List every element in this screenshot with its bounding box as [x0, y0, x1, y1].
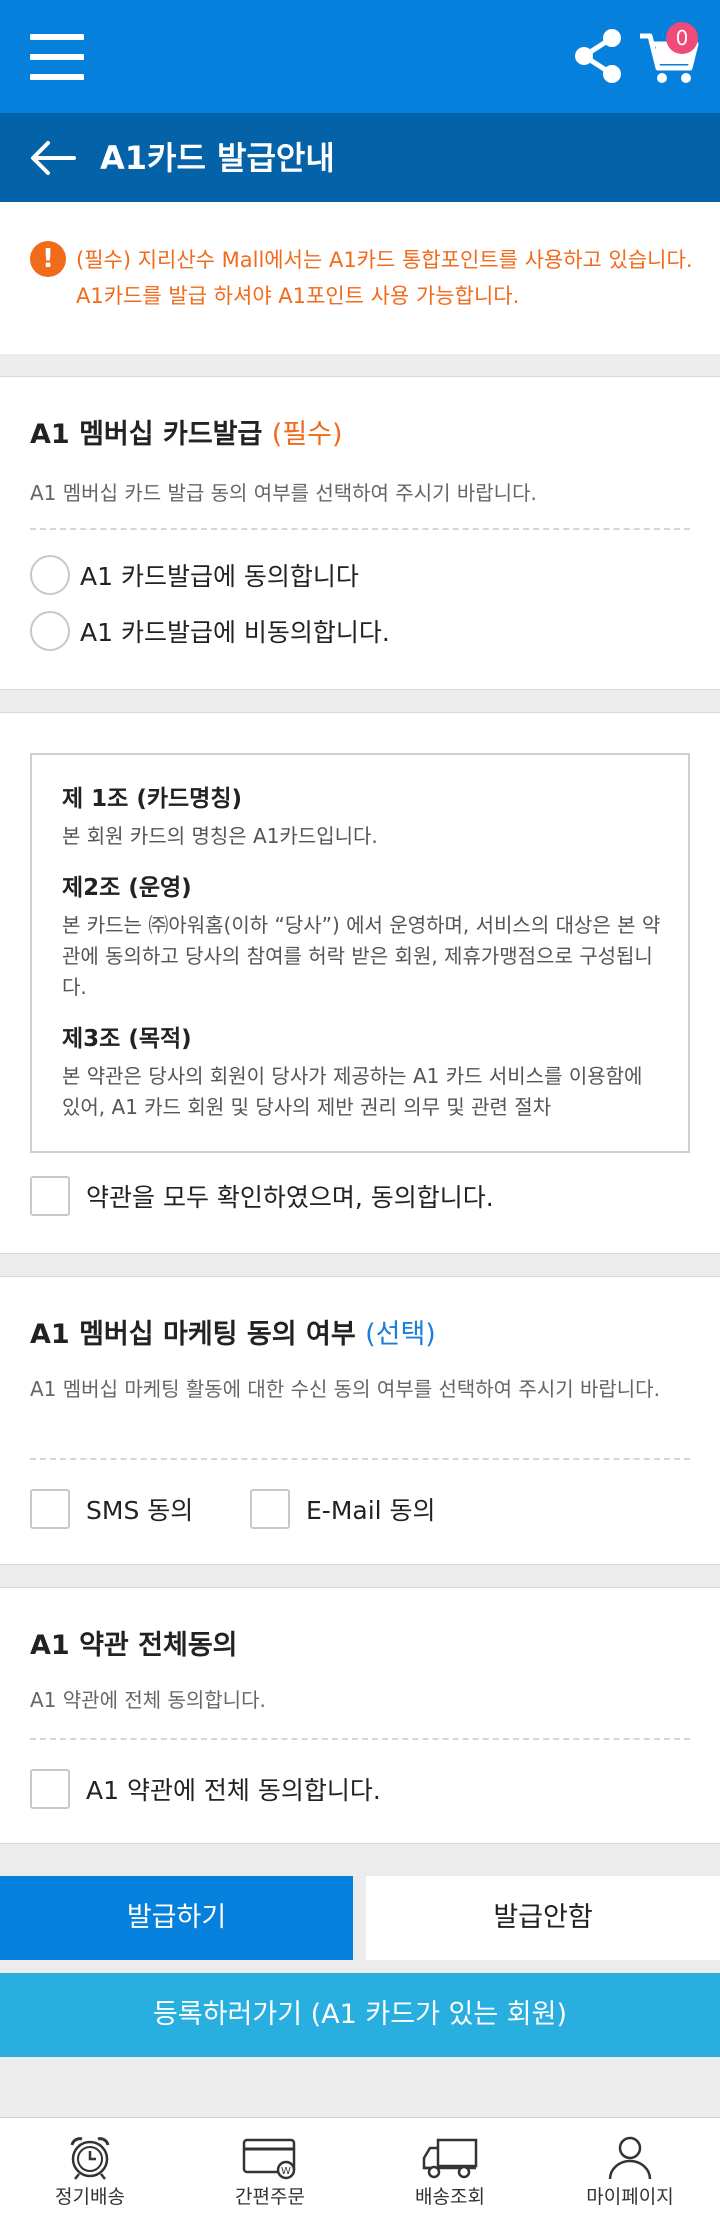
- divider: [30, 528, 690, 530]
- nav-label: 배송조회: [415, 2186, 485, 2208]
- radio-disagree-label: A1 카드발급에 비동의합니다.: [80, 618, 390, 647]
- all-agree-checkbox[interactable]: A1 약관에 전체 동의합니다.: [30, 1768, 381, 1810]
- radio-button[interactable]: [30, 555, 70, 595]
- all-agree-section: A1 약관 전체동의 A1 약관에 전체 동의합니다. A1 약관에 전체 동의…: [0, 1587, 720, 1844]
- no-issue-button[interactable]: 발급안함: [366, 1876, 720, 1960]
- radio-disagree[interactable]: A1 카드발급에 비동의합니다.: [30, 610, 390, 652]
- terms-scroll-box[interactable]: 제 1조 (카드명칭) 본 회원 카드의 명칭은 A1카드입니다. 제2조 (운…: [30, 753, 690, 1153]
- person-icon: [602, 2134, 658, 2180]
- radio-agree-label: A1 카드발급에 동의합니다: [80, 562, 359, 591]
- nav-item-my-page[interactable]: 마이페이지: [540, 2118, 720, 2217]
- top-bar: 0: [0, 0, 720, 113]
- nav-item-subscription[interactable]: 정기배송: [0, 2118, 180, 2217]
- notice-text: (필수) 지리산수 Mall에서는 A1카드 통합포인트를 사용하고 있습니다.…: [76, 248, 693, 308]
- terms-agree-checkbox[interactable]: 약관을 모두 확인하였으며, 동의합니다.: [30, 1175, 494, 1217]
- checkbox[interactable]: [30, 1489, 70, 1529]
- membership-title: A1 멤버십 카드발급 (필수): [30, 419, 343, 450]
- back-arrow-icon[interactable]: [28, 139, 76, 177]
- nav-label: 정기배송: [55, 2186, 125, 2208]
- email-checkbox[interactable]: E-Mail 동의: [250, 1488, 436, 1530]
- notice-banner: ! (필수) 지리산수 Mall에서는 A1카드 통합포인트를 사용하고 있습니…: [0, 202, 720, 354]
- sms-label: SMS 동의: [86, 1496, 194, 1525]
- article-3-title: 제3조 (목적): [62, 1026, 192, 1052]
- checkbox[interactable]: [30, 1176, 70, 1216]
- bottom-nav: 정기배송 W 간편주문 배송조회 마이페이지: [0, 2117, 720, 2217]
- title-bar: A1카드 발급안내: [0, 113, 720, 202]
- marketing-desc: A1 멤버십 마케팅 활동에 대한 수신 동의 여부를 선택하여 주시기 바랍니…: [30, 1377, 660, 1401]
- email-label: E-Mail 동의: [306, 1496, 436, 1525]
- truck-icon: [422, 2134, 478, 2180]
- issue-button[interactable]: 발급하기: [0, 1876, 353, 1960]
- article-2-title: 제2조 (운영): [62, 875, 192, 901]
- article-2-body: 본 카드는 ㈜아워홈(이하 “당사”) 에서 운영하며, 서비스의 대상은 본 …: [62, 913, 661, 999]
- nav-item-delivery-tracking[interactable]: 배송조회: [360, 2118, 540, 2217]
- sms-checkbox[interactable]: SMS 동의: [30, 1488, 193, 1530]
- terms-section: 제 1조 (카드명칭) 본 회원 카드의 명칭은 A1카드입니다. 제2조 (운…: [0, 712, 720, 1254]
- checkbox[interactable]: [30, 1769, 70, 1809]
- terms-agree-label: 약관을 모두 확인하였으며, 동의합니다.: [86, 1183, 494, 1212]
- marketing-title: A1 멤버십 마케팅 동의 여부 (선택): [30, 1319, 436, 1350]
- all-agree-title: A1 약관 전체동의: [30, 1630, 238, 1661]
- share-icon[interactable]: [572, 28, 624, 84]
- nav-item-quick-order[interactable]: W 간편주문: [180, 2118, 360, 2217]
- article-3-body: 본 약관은 당사의 회원이 당사가 제공하는 A1 카드 서비스를 이용함에 있…: [62, 1064, 643, 1119]
- required-tag: (필수): [271, 419, 343, 450]
- alert-icon: !: [30, 241, 66, 277]
- menu-icon[interactable]: [30, 34, 84, 80]
- register-button[interactable]: 등록하러가기 (A1 카드가 있는 회원): [0, 1973, 720, 2057]
- divider: [30, 1738, 690, 1740]
- all-agree-desc: A1 약관에 전체 동의합니다.: [30, 1688, 266, 1712]
- divider: [30, 1458, 690, 1460]
- checkbox[interactable]: [250, 1489, 290, 1529]
- all-agree-label: A1 약관에 전체 동의합니다.: [86, 1776, 381, 1805]
- nav-label: 간편주문: [235, 2186, 305, 2208]
- cart-count-badge: 0: [666, 22, 698, 54]
- radio-agree[interactable]: A1 카드발급에 동의합니다: [30, 554, 359, 596]
- marketing-section: A1 멤버십 마케팅 동의 여부 (선택) A1 멤버십 마케팅 활동에 대한 …: [0, 1276, 720, 1565]
- article-1-body: 본 회원 카드의 명칭은 A1카드입니다.: [62, 824, 378, 848]
- membership-section: A1 멤버십 카드발급 (필수) A1 멤버십 카드 발급 동의 여부를 선택하…: [0, 376, 720, 690]
- nav-label: 마이페이지: [586, 2186, 674, 2208]
- radio-button[interactable]: [30, 611, 70, 651]
- article-1-title: 제 1조 (카드명칭): [62, 786, 243, 812]
- svg-text:W: W: [281, 2166, 291, 2177]
- page-title: A1카드 발급안내: [100, 139, 335, 177]
- membership-desc: A1 멤버십 카드 발급 동의 여부를 선택하여 주시기 바랍니다.: [30, 481, 537, 505]
- card-icon: W: [242, 2134, 298, 2180]
- optional-tag: (선택): [365, 1319, 436, 1350]
- alarm-clock-icon: [62, 2134, 118, 2180]
